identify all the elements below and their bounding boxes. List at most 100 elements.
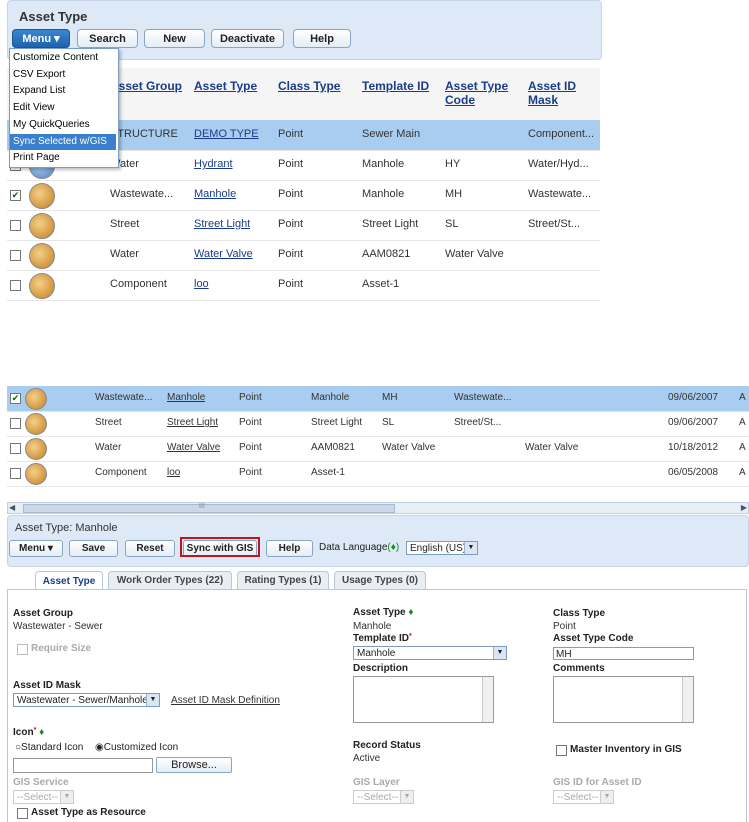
tab-work-order-types[interactable]: Work Order Types (22) [108, 571, 232, 589]
row-checkbox[interactable] [10, 443, 21, 454]
row-checkbox[interactable] [10, 220, 21, 231]
asset-icon [25, 438, 47, 460]
search-button[interactable]: Search [77, 29, 138, 48]
icon-file-input[interactable] [13, 758, 153, 773]
save-button[interactable]: Save [69, 540, 118, 557]
chevron-down-icon: ▼ [400, 791, 413, 803]
cell-asset-type-link[interactable]: Hydrant [194, 158, 233, 170]
template-id-select[interactable]: Manhole ▼ [353, 646, 507, 660]
asset-group-label: Asset Group [13, 608, 74, 619]
cell-asset-type-code: HY [445, 158, 461, 170]
menu-item[interactable]: My QuickQueries [10, 117, 116, 133]
standard-icon-radio[interactable]: ○Standard Icon [15, 742, 83, 753]
table-row[interactable]: Water Water Valve Point AAM0821 Water Valve W… [7, 436, 749, 462]
chevron-down-icon: ▼ [493, 647, 506, 659]
gis-id-label: GIS ID for Asset ID [553, 777, 642, 788]
detail-title: Asset Type: Manhole [15, 522, 118, 534]
textarea-scrollbar[interactable] [682, 677, 693, 722]
column-template-id[interactable]: Template ID [362, 79, 429, 93]
help-button[interactable]: Help [293, 29, 351, 48]
asset-icon [29, 243, 55, 269]
gis-service-select: --Select-- ▼ [13, 790, 74, 804]
cell-asset-type-link[interactable]: Street Light [194, 218, 250, 230]
cell-asset-type-link[interactable]: loo [194, 278, 209, 290]
row-checkbox[interactable] [10, 468, 21, 479]
asset-type-label: Asset Type ♦ [353, 607, 414, 618]
column-asset-type-code[interactable]: Asset Type Code [445, 79, 508, 107]
reset-button[interactable]: Reset [125, 540, 175, 557]
table-row[interactable]: Component loo Point Asset-1 06/05/2008 A [7, 461, 749, 487]
menu-item[interactable]: Print Page [10, 150, 116, 166]
scroll-right-arrow-icon[interactable]: ▶ [741, 503, 747, 512]
menu-item[interactable]: Edit View [10, 100, 116, 116]
cell-asset-type-link[interactable]: Manhole [167, 392, 205, 403]
row-checkbox[interactable] [10, 280, 21, 291]
cell-asset-type-code: SL [445, 218, 459, 230]
comments-textarea[interactable] [553, 676, 694, 723]
master-inventory-label: Master Inventory in GIS [570, 744, 682, 755]
asset-type-code-input[interactable]: MH [553, 647, 694, 660]
cell-asset-type-link[interactable]: loo [167, 467, 180, 478]
cell-asset-type-link[interactable]: Street Light [167, 417, 218, 428]
row-checkbox[interactable] [10, 250, 21, 261]
cell-asset-type-link[interactable]: DEMO TYPE [194, 128, 259, 140]
require-size-checkbox[interactable] [17, 644, 28, 655]
tab-rating-types[interactable]: Rating Types (1) [237, 571, 329, 589]
column-class-type[interactable]: Class Type [278, 79, 340, 93]
textarea-scrollbar[interactable] [482, 677, 493, 722]
asset-icon [29, 213, 55, 239]
column-asset-type[interactable]: Asset Type [194, 79, 257, 93]
cell-asset-type-link[interactable]: Water Valve [194, 248, 253, 260]
menu-item[interactable]: Expand List [10, 83, 116, 99]
cell-truncated: A [739, 392, 746, 403]
cell-truncated: A [739, 442, 746, 453]
description-textarea[interactable] [353, 676, 494, 723]
cell-asset-type-link[interactable]: Water Valve [167, 442, 220, 453]
cell-template-id: Street Light [311, 417, 363, 428]
table-row[interactable]: Street Street Light Point Street Light SL Str… [7, 411, 749, 437]
cell-asset-group: Component [110, 278, 167, 290]
cell-asset-type-code: Water Valve [382, 442, 436, 453]
asset-id-mask-select[interactable]: Wastewater - Sewer/Manhole ▼ [13, 693, 160, 707]
detail-help-button[interactable]: Help [266, 540, 313, 557]
scroll-thumb[interactable]: III [23, 503, 395, 513]
table-row[interactable]: Water Water Valve Point AAM0821 Water Valve [7, 240, 600, 271]
column-asset-group[interactable]: Asset Group [110, 79, 182, 93]
menu-item[interactable]: CSV Export [10, 67, 116, 83]
asset-id-mask-definition-link[interactable]: Asset ID Mask Definition [171, 695, 280, 706]
cell-template-id: Sewer Main [362, 128, 421, 140]
table-row[interactable]: Component loo Point Asset-1 [7, 270, 600, 301]
cell-template-id: Manhole [362, 158, 405, 170]
row-checkbox[interactable] [10, 418, 21, 429]
customized-icon-radio[interactable]: ◉Customized Icon [95, 742, 178, 753]
asset-type-list: ✔ Wastewate... Manhole Point Manhole MH Wastew… [7, 386, 749, 487]
asset-type-as-resource-checkbox[interactable] [17, 808, 28, 819]
menu-item[interactable]: Sync Selected w/GIS [10, 133, 116, 150]
column-asset-id-mask[interactable]: Asset ID Mask [528, 79, 576, 107]
deactivate-button[interactable]: Deactivate [211, 29, 284, 48]
menu-item[interactable]: Customize Content [10, 50, 116, 66]
row-checkbox[interactable]: ✔ [10, 190, 21, 201]
cell-asset-group: STRUCTURE [110, 128, 178, 140]
cell-asset-type-link[interactable]: Manhole [194, 188, 236, 200]
menu-dropdown: Customize Content CSV Export Expand List Ed… [9, 48, 119, 168]
row-checkbox[interactable]: ✔ [10, 393, 21, 404]
scroll-left-arrow-icon[interactable]: ◀ [9, 503, 15, 512]
table-row[interactable]: Street Street Light Point Street Light SL Str… [7, 210, 600, 241]
horizontal-scrollbar[interactable]: ◀ III ▶ [7, 502, 749, 514]
cell-class-type: Point [239, 467, 262, 478]
cell-class-type: Point [278, 278, 304, 290]
menu-button[interactable]: Menu ▾ [12, 29, 70, 48]
detail-menu-button[interactable]: Menu ▾ [9, 540, 63, 557]
data-language-select[interactable]: English (US) ▼ [406, 541, 478, 555]
cell-template-id: Asset-1 [311, 467, 345, 478]
master-inventory-checkbox[interactable] [556, 745, 567, 756]
browse-button[interactable]: Browse... [156, 757, 232, 773]
table-row[interactable]: ✔ Wastewate... Manhole Point Manhole MH Wastew… [7, 386, 749, 412]
cell-asset-id-mask: Wastewate... [454, 392, 512, 403]
tab-usage-types[interactable]: Usage Types (0) [334, 571, 426, 589]
table-row[interactable]: ✔ Wastewate... Manhole Point Manhole MH Wastew… [7, 180, 600, 211]
tab-asset-type[interactable]: Asset Type [35, 571, 103, 590]
cell-template-id: AAM0821 [362, 248, 411, 260]
new-button[interactable]: New [144, 29, 205, 48]
